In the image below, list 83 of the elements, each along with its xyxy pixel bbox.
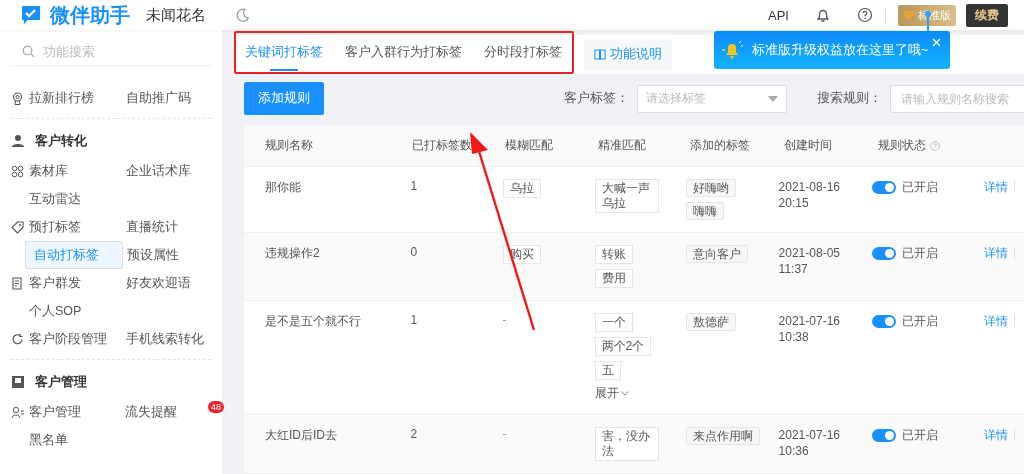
created-time: 2021-08-05 11:37 (778, 245, 841, 277)
tab[interactable]: 分时段打标签 (484, 33, 562, 72)
keyword-chip: 害，没办法 (594, 427, 659, 461)
sidebar-item[interactable]: 拉新排行榜 (25, 85, 98, 111)
tag-chip: 意向客户 (685, 245, 748, 263)
tagged-count: 1 (410, 313, 418, 327)
keyword-chip: 乌拉 (502, 179, 541, 198)
expand-link[interactable]: 展开 (594, 385, 629, 402)
sidebar-item[interactable]: 手机线索转化 (122, 326, 208, 352)
sidebar-item[interactable]: 好友欢迎语 (122, 270, 195, 296)
moon-icon[interactable] (236, 8, 250, 22)
tag-chip: 来点作用啊 (685, 427, 760, 445)
column-header: 创建时间 (784, 137, 832, 154)
keyword-chip: 五 (594, 361, 621, 380)
keyword-chip: 大喊一声乌拉 (594, 179, 659, 213)
rule-name: 违规操作2 (265, 245, 320, 262)
keyword-chip: 两个2个 (594, 337, 652, 356)
status-toggle[interactable] (871, 247, 896, 260)
count-badge: 48 (208, 401, 224, 413)
rule-name: 是不是五个就不行 (265, 313, 361, 330)
column-header: 模糊匹配 (505, 137, 553, 154)
renew-button[interactable]: 续费 (966, 3, 1008, 27)
status-label: 已开启 (901, 427, 938, 444)
bell-icon (720, 40, 744, 60)
sidebar-item[interactable]: 预打标签 (25, 214, 85, 240)
section-title: 客户转化 (35, 132, 87, 150)
rule-name: 那你能 (265, 179, 301, 196)
book-icon (594, 49, 606, 60)
filter-label: 客户标签： (564, 90, 629, 107)
logo-icon (20, 4, 42, 26)
status-toggle[interactable] (871, 429, 896, 442)
column-header: 规则状态 (878, 137, 926, 154)
chevron-down-icon (620, 391, 629, 396)
tagged-count: 1 (410, 179, 418, 193)
tagged-count: 0 (410, 245, 418, 259)
empty-value: - (502, 427, 507, 441)
created-time: 2021-07-16 10:36 (778, 427, 841, 459)
column-header: 添加的标签 (690, 137, 750, 154)
section-title: 客户管理 (35, 373, 87, 391)
status-toggle[interactable] (871, 181, 896, 194)
sidebar-item[interactable]: 自助推广码 (122, 85, 195, 111)
status-label: 已开启 (901, 245, 938, 262)
created-time: 2021-08-16 20:15 (778, 179, 841, 211)
tagged-count: 2 (410, 427, 418, 441)
tag-chip: 好嗨哟 (685, 179, 736, 197)
keyword-chip: 一个 (594, 313, 633, 332)
sidebar-item[interactable]: 直播统计 (122, 214, 182, 240)
status-toggle[interactable] (871, 315, 896, 328)
help-icon[interactable] (857, 7, 873, 23)
keyword-chip: 费用 (594, 269, 633, 288)
status-label: 已开启 (901, 179, 938, 196)
app-logo-text: 微伴助手 (50, 2, 130, 28)
sidebar-item[interactable]: 流失提醒 (121, 399, 181, 425)
search-input[interactable]: 请输入规则名称搜索 (890, 84, 1024, 113)
tab[interactable]: 客户入群行为打标签 (345, 33, 462, 72)
api-link[interactable]: API (768, 7, 789, 23)
caret-down-icon (768, 95, 778, 102)
tag-chip: 敖德萨 (685, 313, 736, 331)
sidebar-item[interactable]: 预设属性 (123, 242, 183, 268)
rule-name: 大红ID后ID去 (265, 427, 337, 444)
sidebar-item[interactable]: 个人SOP (25, 298, 86, 324)
sidebar-item[interactable]: 客户管理 (25, 399, 85, 425)
column-header: 规则名称 (265, 137, 313, 154)
close-icon[interactable] (932, 38, 941, 47)
filter-label: 搜索规则： (817, 90, 882, 107)
tooltip-text: 标准版升级权益放在这里了哦~ (752, 41, 929, 59)
created-time: 2021-07-16 10:38 (778, 313, 841, 345)
sidebar-item[interactable]: 客户阶段管理 (25, 326, 111, 352)
person-icon (11, 134, 25, 148)
account-name: 未闻花名 (146, 5, 206, 25)
sidebar-item[interactable]: 黑名单 (25, 427, 72, 453)
status-label: 已开启 (901, 313, 938, 330)
notification-bell-icon[interactable] (815, 7, 831, 23)
column-header: 精准匹配 (598, 137, 646, 154)
empty-value: - (502, 313, 507, 327)
sidebar-item[interactable]: 客户群发 (25, 270, 85, 296)
tag-chip: 嗨嗨 (685, 202, 724, 220)
sidebar-item[interactable]: 素材库 (25, 158, 72, 184)
search-icon (22, 45, 35, 58)
sidebar-item[interactable]: 企业话术库 (122, 158, 195, 184)
card-icon (11, 375, 25, 389)
sidebar-item[interactable]: 互动雷达 (25, 186, 85, 212)
keyword-chip: 转账 (594, 245, 633, 264)
